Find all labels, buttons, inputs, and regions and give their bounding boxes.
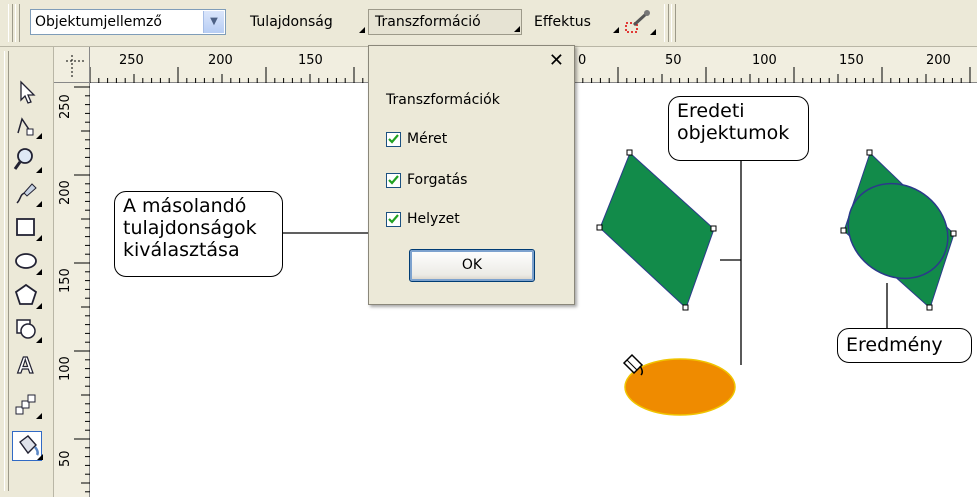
fill-icon bbox=[19, 435, 43, 460]
option-label: Helyzet bbox=[407, 211, 460, 227]
tab-effektus[interactable]: Effektus bbox=[528, 9, 620, 35]
callout-result: Eredmény bbox=[837, 328, 972, 363]
property-bar: Objektumjellemző ▼ Tulajdonság Transzfor… bbox=[0, 0, 977, 47]
basic-shapes-icon bbox=[16, 319, 42, 343]
combo-value: Objektumjellemző bbox=[35, 14, 162, 30]
transformations-popup: ✕ Transzformációk Méret Forgatás Helyzet… bbox=[368, 45, 575, 305]
option-label: Forgatás bbox=[407, 172, 468, 188]
ruler-origin[interactable] bbox=[54, 47, 90, 83]
tab-label: Tulajdonság bbox=[250, 14, 333, 30]
ruler-label: 150 bbox=[298, 53, 323, 68]
ruler-label: 0 bbox=[578, 53, 587, 68]
ok-button[interactable]: OK bbox=[409, 249, 535, 282]
tab-transzformacio[interactable]: Transzformáció bbox=[368, 9, 522, 35]
freehand-icon bbox=[16, 183, 42, 207]
copy-properties-button[interactable] bbox=[620, 9, 656, 37]
ruler-label: 200 bbox=[926, 53, 951, 68]
polygon-tool[interactable] bbox=[12, 281, 42, 311]
text-tool[interactable]: A bbox=[12, 349, 42, 379]
interactive-blend-tool[interactable] bbox=[12, 391, 42, 421]
origin-crosshair-icon bbox=[66, 55, 84, 77]
flyout-arrow-icon bbox=[359, 27, 365, 33]
toolbar-grip[interactable] bbox=[15, 4, 20, 42]
callout-line: tulajdonságok bbox=[123, 217, 257, 239]
ellipse-tool[interactable] bbox=[12, 247, 42, 277]
ruler-label: 200 bbox=[58, 180, 73, 205]
ruler-label: 100 bbox=[58, 356, 73, 381]
callout-line: kiválasztása bbox=[123, 239, 240, 261]
shape-icon bbox=[17, 117, 42, 139]
close-icon[interactable]: ✕ bbox=[549, 50, 564, 71]
toolbar-grip[interactable] bbox=[671, 4, 676, 42]
callout-line: objektumok bbox=[677, 122, 790, 144]
toolbar-grip[interactable] bbox=[8, 4, 13, 42]
object-property-combo[interactable]: Objektumjellemző ▼ bbox=[30, 9, 226, 35]
tab-label: Effektus bbox=[534, 14, 591, 30]
ellipse-icon bbox=[15, 253, 42, 275]
chevron-down-icon[interactable]: ▼ bbox=[203, 11, 224, 33]
rectangle-tool[interactable] bbox=[12, 213, 42, 243]
ruler-label: 250 bbox=[119, 53, 144, 68]
callout-line: Eredeti bbox=[677, 100, 745, 122]
checkmark-icon bbox=[388, 134, 399, 144]
ruler-label: 150 bbox=[58, 268, 73, 293]
zoom-tool[interactable] bbox=[12, 145, 42, 175]
callout-select-properties: A másolandó tulajdonságok kiválasztása bbox=[114, 191, 283, 277]
pick-icon bbox=[20, 80, 36, 104]
size-checkbox[interactable] bbox=[386, 132, 401, 147]
popup-heading: Transzformációk bbox=[386, 92, 500, 108]
option-label: Méret bbox=[407, 131, 448, 147]
callout-original-objects: Eredeti objektumok bbox=[668, 96, 809, 161]
tab-tulajdonsag[interactable]: Tulajdonság bbox=[244, 9, 366, 35]
ruler-label: 200 bbox=[208, 53, 233, 68]
ruler-label: 250 bbox=[58, 94, 73, 119]
tab-label: Transzformáció bbox=[375, 14, 481, 30]
position-checkbox[interactable] bbox=[386, 212, 401, 227]
text-icon: A bbox=[16, 351, 34, 378]
fill-tool[interactable] bbox=[12, 431, 43, 461]
callout-line: Eredmény bbox=[846, 334, 943, 356]
original-parallelogram[interactable] bbox=[596, 149, 717, 311]
toolbar-grip[interactable] bbox=[664, 4, 669, 42]
ruler-label: 150 bbox=[839, 53, 864, 68]
svg-text:A: A bbox=[17, 352, 34, 378]
ruler-label: 50 bbox=[58, 450, 73, 467]
callout-line: A másolandó bbox=[123, 195, 247, 217]
eyedropper-icon bbox=[625, 10, 656, 35]
checkmark-icon bbox=[388, 214, 399, 224]
flyout-arrow-icon bbox=[514, 26, 520, 32]
toolbox-grip[interactable] bbox=[4, 51, 9, 491]
flyout-arrow-icon bbox=[613, 27, 619, 33]
zoom-icon bbox=[13, 148, 42, 173]
rectangle-icon bbox=[16, 218, 42, 241]
rotation-checkbox[interactable] bbox=[386, 173, 401, 188]
checkmark-icon bbox=[388, 175, 399, 185]
vertical-ruler[interactable]: 250 200 150 100 50 bbox=[54, 83, 90, 497]
freehand-tool[interactable] bbox=[12, 179, 42, 209]
result-objects[interactable] bbox=[830, 149, 967, 311]
basic-shapes-tool[interactable] bbox=[12, 315, 42, 345]
pick-tool[interactable] bbox=[12, 77, 42, 107]
ruler-label: 100 bbox=[752, 53, 777, 68]
shape-tool[interactable] bbox=[12, 111, 42, 141]
ruler-label: 50 bbox=[665, 53, 682, 68]
interactive-blend-icon bbox=[15, 394, 42, 419]
polygon-icon bbox=[14, 283, 42, 309]
toolbox: A bbox=[0, 47, 54, 497]
